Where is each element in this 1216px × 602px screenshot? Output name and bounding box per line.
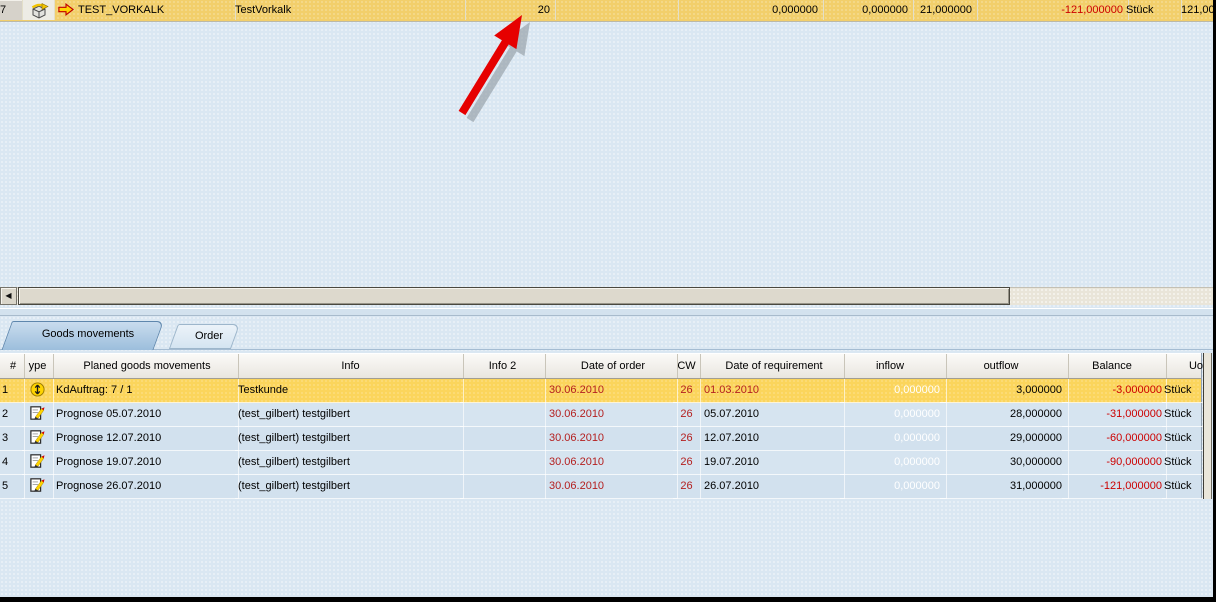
planned-movement: KdAuftrag: 7 / 1	[53, 379, 239, 403]
outflow-cell: 3,000000	[940, 379, 1069, 403]
info2-cell	[460, 379, 546, 403]
material-name-cell[interactable]: TEST_VORKALK	[55, 0, 236, 20]
table-row[interactable]: 4 Prognose 19.07.2010 (test_gilbert) tes…	[0, 451, 1201, 475]
red-annotation-arrow-icon	[430, 5, 560, 135]
balance-cell: -60,000000	[1062, 427, 1167, 451]
tab-goods-movements[interactable]: Goods movements	[12, 321, 164, 350]
header-outflow[interactable]: outflow	[940, 354, 1069, 378]
uom-cell: Stück	[1162, 403, 1204, 427]
date-of-requirement: 05.07.2010	[700, 403, 845, 427]
planned-movement: Prognose 05.07.2010	[53, 403, 239, 427]
outflow-cell: 30,000000	[940, 451, 1069, 475]
date-of-requirement: 26.07.2010	[700, 475, 845, 499]
header-info2[interactable]: Info 2	[460, 354, 546, 378]
uom-cell: Stück	[1162, 427, 1204, 451]
header-info[interactable]: Info	[235, 354, 464, 378]
info-cell: (test_gilbert) testgilbert	[235, 475, 464, 499]
cw-cell: 26	[673, 427, 701, 451]
forecast-edit-icon	[22, 427, 54, 451]
vertical-scrollbar[interactable]	[1203, 353, 1212, 499]
info2-cell	[460, 427, 546, 451]
cw-cell: 26	[673, 379, 701, 403]
inflow-cell: 0,000000	[840, 403, 947, 427]
cw-cell: 26	[673, 403, 701, 427]
empty-cell	[550, 0, 679, 20]
uom-cell: Stück	[1162, 379, 1204, 403]
tabstrip-baseline	[0, 349, 1216, 350]
top-grid-selected-row[interactable]: 7 TEST_VORKALK TestVorkalk 20 0,000000 0…	[0, 0, 1216, 22]
table-row[interactable]: 5 Prognose 26.07.2010 (test_gilbert) tes…	[0, 475, 1201, 499]
tab-order[interactable]: Order	[178, 324, 240, 349]
cw-cell: 26	[673, 475, 701, 499]
date-of-order: 30.06.2010	[545, 451, 678, 475]
tab-label: Order	[178, 324, 240, 349]
value4-cell-clipped: 121,0000	[1178, 0, 1216, 20]
inflow-cell: 0,000000	[840, 451, 947, 475]
header-inflow[interactable]: inflow	[840, 354, 947, 378]
horizontal-scrollbar-thumb[interactable]	[18, 287, 1010, 305]
header-balance[interactable]: Balance	[1062, 354, 1167, 378]
uom-cell: Stück	[1162, 451, 1204, 475]
header-type[interactable]: ype	[22, 354, 54, 378]
date-of-order: 30.06.2010	[545, 379, 678, 403]
goods-movements-table: # ype Planed goods movements Info Info 2…	[0, 353, 1202, 499]
value3-cell: 21,000000	[908, 0, 978, 20]
quantity-cell: 20	[462, 0, 556, 20]
header-planned-goods-movements[interactable]: Planed goods movements	[53, 354, 239, 378]
table-row[interactable]: 3 Prognose 12.07.2010 (test_gilbert) tes…	[0, 427, 1201, 451]
date-of-order: 30.06.2010	[545, 475, 678, 499]
cw-cell: 26	[673, 451, 701, 475]
balance-cell: -121,000000	[1062, 475, 1167, 499]
date-of-requirement: 12.07.2010	[700, 427, 845, 451]
pane-splitter[interactable]	[0, 308, 1216, 316]
outflow-cell: 31,000000	[940, 475, 1069, 499]
inflow-cell: 0,000000	[840, 475, 947, 499]
scroll-left-arrow-icon[interactable]: ◀	[0, 287, 17, 305]
uom-cell: Stück	[1162, 475, 1204, 499]
info2-cell	[460, 451, 546, 475]
table-row[interactable]: 1 KdAuftrag: 7 / 1 Testkunde 30.06.2010 …	[0, 379, 1201, 403]
info2-cell	[460, 475, 546, 499]
table-header-row: # ype Planed goods movements Info Info 2…	[0, 353, 1201, 379]
header-date-of-requirement[interactable]: Date of requirement	[700, 354, 845, 378]
outflow-cell: 28,000000	[940, 403, 1069, 427]
forecast-edit-icon	[22, 451, 54, 475]
row-header-cell[interactable]: 7	[0, 0, 23, 20]
inflow-cell: 0,000000	[840, 427, 947, 451]
forecast-edit-icon	[22, 475, 54, 499]
table-row[interactable]: 2 Prognose 05.07.2010 (test_gilbert) tes…	[0, 403, 1201, 427]
tab-label: Goods movements	[12, 321, 164, 350]
info-cell: (test_gilbert) testgilbert	[235, 451, 464, 475]
sales-order-icon	[22, 379, 54, 403]
planned-movement: Prognose 19.07.2010	[53, 451, 239, 475]
date-of-requirement: 19.07.2010	[700, 451, 845, 475]
forecast-edit-icon	[22, 403, 54, 427]
value2-cell: 0,000000	[818, 0, 914, 20]
horizontal-scrollbar[interactable]: ◀	[0, 287, 1216, 305]
goto-arrow-icon	[58, 3, 74, 16]
date-of-requirement: 01.03.2010	[700, 379, 845, 403]
inflow-cell: 0,000000	[840, 379, 947, 403]
planned-movement: Prognose 26.07.2010	[53, 475, 239, 499]
header-cw[interactable]: CW	[673, 354, 701, 378]
balance-cell: -90,000000	[1062, 451, 1167, 475]
unit-cell: Stück	[1123, 0, 1182, 20]
outflow-cell: 29,000000	[940, 427, 1069, 451]
material-description-cell: TestVorkalk	[232, 0, 466, 20]
info-cell: (test_gilbert) testgilbert	[235, 403, 464, 427]
info2-cell	[460, 403, 546, 427]
header-date-of-order[interactable]: Date of order	[545, 354, 678, 378]
planned-movement: Prognose 12.07.2010	[53, 427, 239, 451]
info-cell: Testkunde	[235, 379, 464, 403]
material-name: TEST_VORKALK	[78, 4, 164, 16]
sap-planning-window: 7 TEST_VORKALK TestVorkalk 20 0,000000 0…	[0, 0, 1216, 602]
balance-cell: -3,000000	[1062, 379, 1167, 403]
balance-cell: -31,000000	[1062, 403, 1167, 427]
balance-cell: -121,000000	[972, 0, 1129, 20]
date-of-order: 30.06.2010	[545, 427, 678, 451]
date-of-order: 30.06.2010	[545, 403, 678, 427]
production-order-cube-icon	[23, 0, 55, 20]
value1-cell: 0,000000	[678, 0, 824, 20]
info-cell: (test_gilbert) testgilbert	[235, 427, 464, 451]
